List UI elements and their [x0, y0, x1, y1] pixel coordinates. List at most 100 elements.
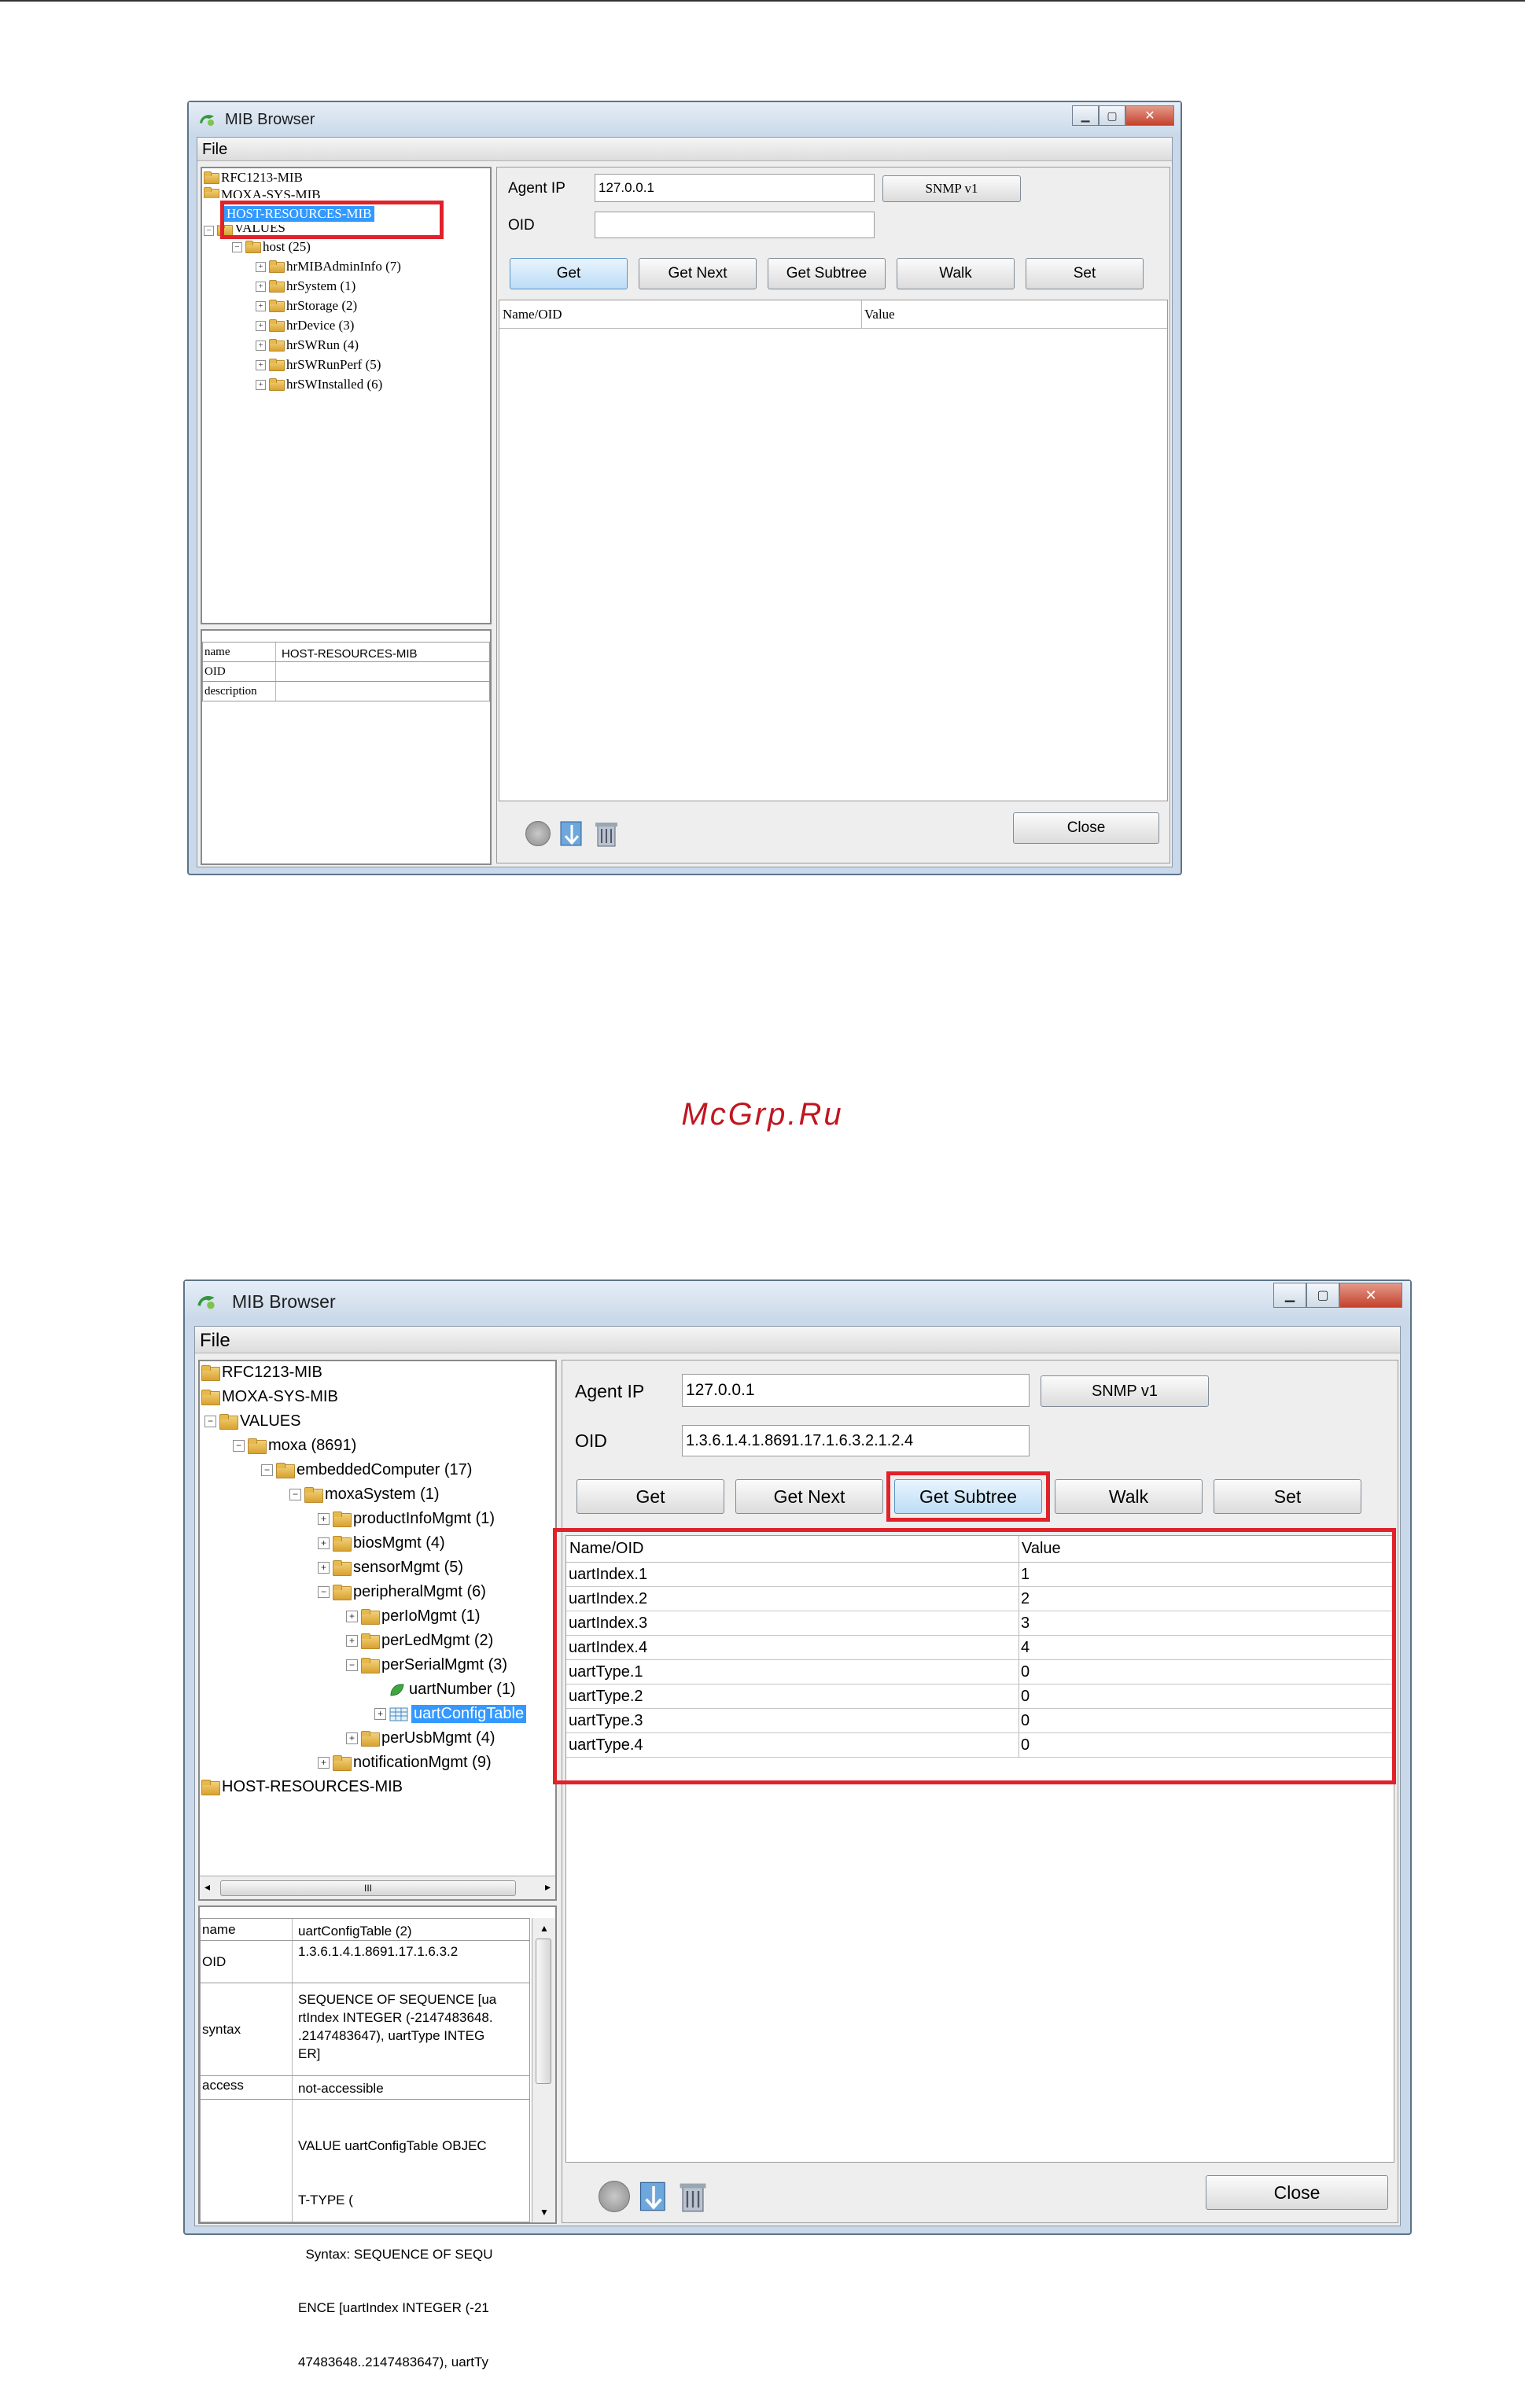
tree-item-productinfomgmt[interactable]: + productInfoMgmt (1) [318, 1510, 495, 1528]
expand-icon[interactable]: + [374, 1708, 386, 1720]
tree-item-perserialmgmt[interactable]: − perSerialMgmt (3) [346, 1656, 507, 1674]
close-window-icon[interactable]: ✕ [1339, 1283, 1402, 1308]
collapse-icon[interactable]: − [261, 1464, 273, 1476]
expand-icon[interactable]: + [318, 1537, 330, 1549]
expand-icon[interactable]: + [256, 300, 266, 311]
expand-icon[interactable]: + [256, 379, 266, 390]
expand-icon[interactable]: + [256, 340, 266, 351]
menu-file[interactable]: File [202, 141, 227, 159]
trash-icon[interactable] [677, 2178, 709, 2215]
set-button[interactable]: Set [1214, 1479, 1361, 1514]
snmp-version-button[interactable]: SNMP v1 [1041, 1375, 1209, 1407]
get-button[interactable]: Get [576, 1479, 724, 1514]
tree-item-hrstorage[interactable]: + hrStorage (2) [256, 298, 357, 314]
collapse-icon[interactable]: − [346, 1659, 358, 1671]
minimize-icon[interactable]: ▁ [1072, 105, 1099, 126]
expand-icon[interactable]: + [318, 1562, 330, 1574]
tree-item-uartnumber[interactable]: uartNumber (1) [389, 1681, 516, 1699]
tree-item-embeddedcomputer[interactable]: − embeddedComputer (17) [261, 1461, 472, 1479]
tree-item-hrsystem[interactable]: + hrSystem (1) [256, 278, 355, 294]
agent-ip-input[interactable]: 127.0.0.1 [595, 174, 875, 202]
column-name-oid[interactable]: Name/OID [499, 300, 861, 328]
tree-item-peripheralmgmt[interactable]: − peripheralMgmt (6) [318, 1583, 486, 1601]
collapse-icon[interactable]: − [204, 1416, 216, 1427]
title-bar[interactable]: MIB Browser ▁ ▢ ✕ [189, 102, 1181, 137]
tree-item-biosmgmt[interactable]: + biosMgmt (4) [318, 1534, 445, 1552]
tree-item-rfc1213-mib[interactable]: RFC1213-MIB [204, 170, 303, 186]
tree-item-moxa-sys-mib[interactable]: MOXA-SYS-MIB [204, 187, 321, 198]
tree-item-host-resources-mib[interactable]: HOST-RESOURCES-MIB [201, 1778, 403, 1796]
tree-item-moxa-sys-mib[interactable]: MOXA-SYS-MIB [201, 1388, 338, 1406]
scroll-thumb[interactable]: III [220, 1880, 516, 1896]
oid-input[interactable]: 1.3.6.1.4.1.8691.17.1.6.3.2.1.2.4 [682, 1425, 1030, 1456]
expand-icon[interactable]: + [346, 1732, 358, 1744]
tree-horizontal-scrollbar[interactable]: ◂ III ▸ [200, 1876, 555, 1899]
trash-icon[interactable] [593, 819, 620, 849]
get-subtree-button[interactable]: Get Subtree [768, 258, 886, 289]
expand-icon[interactable]: + [256, 320, 266, 331]
tree-item-moxasystem[interactable]: − moxaSystem (1) [289, 1486, 440, 1504]
agent-ip-input[interactable]: 127.0.0.1 [682, 1374, 1030, 1407]
expand-icon[interactable]: + [318, 1757, 330, 1769]
get-button[interactable]: Get [510, 258, 628, 289]
results-table[interactable]: Name/OID Value [499, 300, 1168, 801]
get-next-button[interactable]: Get Next [735, 1479, 883, 1514]
close-button[interactable]: Close [1013, 812, 1159, 844]
tree-item-hrswinstalled[interactable]: + hrSWInstalled (6) [256, 377, 382, 392]
expand-icon[interactable]: + [346, 1635, 358, 1647]
tree-item-perledmgmt[interactable]: + perLedMgmt (2) [346, 1632, 493, 1650]
oid-input[interactable] [595, 212, 875, 238]
mib-tree-panel[interactable]: RFC1213-MIB MOXA-SYS-MIB − VALUES − moxa (… [198, 1360, 557, 1901]
tree-item-host[interactable]: − host (25) [232, 239, 311, 255]
collapse-icon[interactable]: − [289, 1489, 301, 1500]
get-next-button[interactable]: Get Next [639, 258, 757, 289]
scroll-up-icon[interactable]: ▲ [540, 1923, 549, 1934]
maximize-icon[interactable]: ▢ [1306, 1283, 1339, 1308]
title-bar[interactable]: MIB Browser ▁ ▢ ✕ [185, 1281, 1410, 1320]
tree-item-uartconfigtable[interactable]: + uartConfigTable [374, 1705, 527, 1723]
column-value[interactable]: Value [861, 300, 1167, 328]
menu-file[interactable]: File [200, 1330, 230, 1352]
tree-item-perusbmgmt[interactable]: + perUsbMgmt (4) [346, 1729, 495, 1747]
collapse-icon[interactable]: − [232, 241, 242, 252]
tree-item-hrswrun[interactable]: + hrSWRun (4) [256, 337, 359, 353]
scroll-thumb[interactable] [536, 1939, 551, 2084]
expand-icon[interactable]: + [256, 281, 266, 292]
maximize-icon[interactable]: ▢ [1099, 105, 1125, 126]
save-download-icon[interactable] [638, 2178, 669, 2215]
tree-item-hrdevice[interactable]: + hrDevice (3) [256, 318, 354, 333]
oid-label: OID [575, 1430, 607, 1451]
scroll-right-icon[interactable]: ▸ [545, 1880, 551, 1894]
walk-button[interactable]: Walk [1055, 1479, 1203, 1514]
minimize-icon[interactable]: ▁ [1273, 1283, 1306, 1308]
tree-item-periomgmt[interactable]: + perIoMgmt (1) [346, 1607, 481, 1626]
set-button[interactable]: Set [1026, 258, 1144, 289]
collapse-icon[interactable]: − [318, 1586, 330, 1598]
expand-icon[interactable]: + [318, 1513, 330, 1525]
stop-icon[interactable] [599, 2181, 630, 2212]
scroll-down-icon[interactable]: ▼ [540, 2207, 549, 2218]
tree-item-hrswrunperf[interactable]: + hrSWRunPerf (5) [256, 357, 381, 373]
scroll-left-icon[interactable]: ◂ [204, 1880, 210, 1894]
tree-item-notificationmgmt[interactable]: + notificationMgmt (9) [318, 1754, 492, 1772]
tree-item-moxa[interactable]: − moxa (8691) [233, 1437, 356, 1455]
tree-item-hrmibadmininfo[interactable]: + hrMIBAdminInfo (7) [256, 259, 401, 274]
folder-icon [269, 300, 285, 313]
close-window-icon[interactable]: ✕ [1125, 105, 1174, 126]
properties-vertical-scrollbar[interactable]: ▲ ▼ [532, 1918, 555, 2222]
expand-icon[interactable]: + [256, 359, 266, 370]
snmp-version-button[interactable]: SNMP v1 [882, 175, 1021, 202]
folder-icon [219, 1413, 238, 1430]
tree-item-rfc1213-mib[interactable]: RFC1213-MIB [201, 1364, 322, 1382]
query-panel: Agent IP 127.0.0.1 SNMP v1 OID Get Get N… [496, 167, 1170, 863]
collapse-icon[interactable]: − [204, 226, 214, 236]
stop-icon[interactable] [525, 821, 551, 846]
save-download-icon[interactable] [558, 819, 585, 849]
tree-item-values[interactable]: − VALUES [204, 1412, 300, 1430]
walk-button[interactable]: Walk [897, 258, 1015, 289]
expand-icon[interactable]: + [346, 1611, 358, 1622]
collapse-icon[interactable]: − [233, 1440, 245, 1452]
expand-icon[interactable]: + [256, 261, 266, 272]
tree-item-sensormgmt[interactable]: + sensorMgmt (5) [318, 1559, 463, 1577]
close-button[interactable]: Close [1206, 2175, 1388, 2210]
